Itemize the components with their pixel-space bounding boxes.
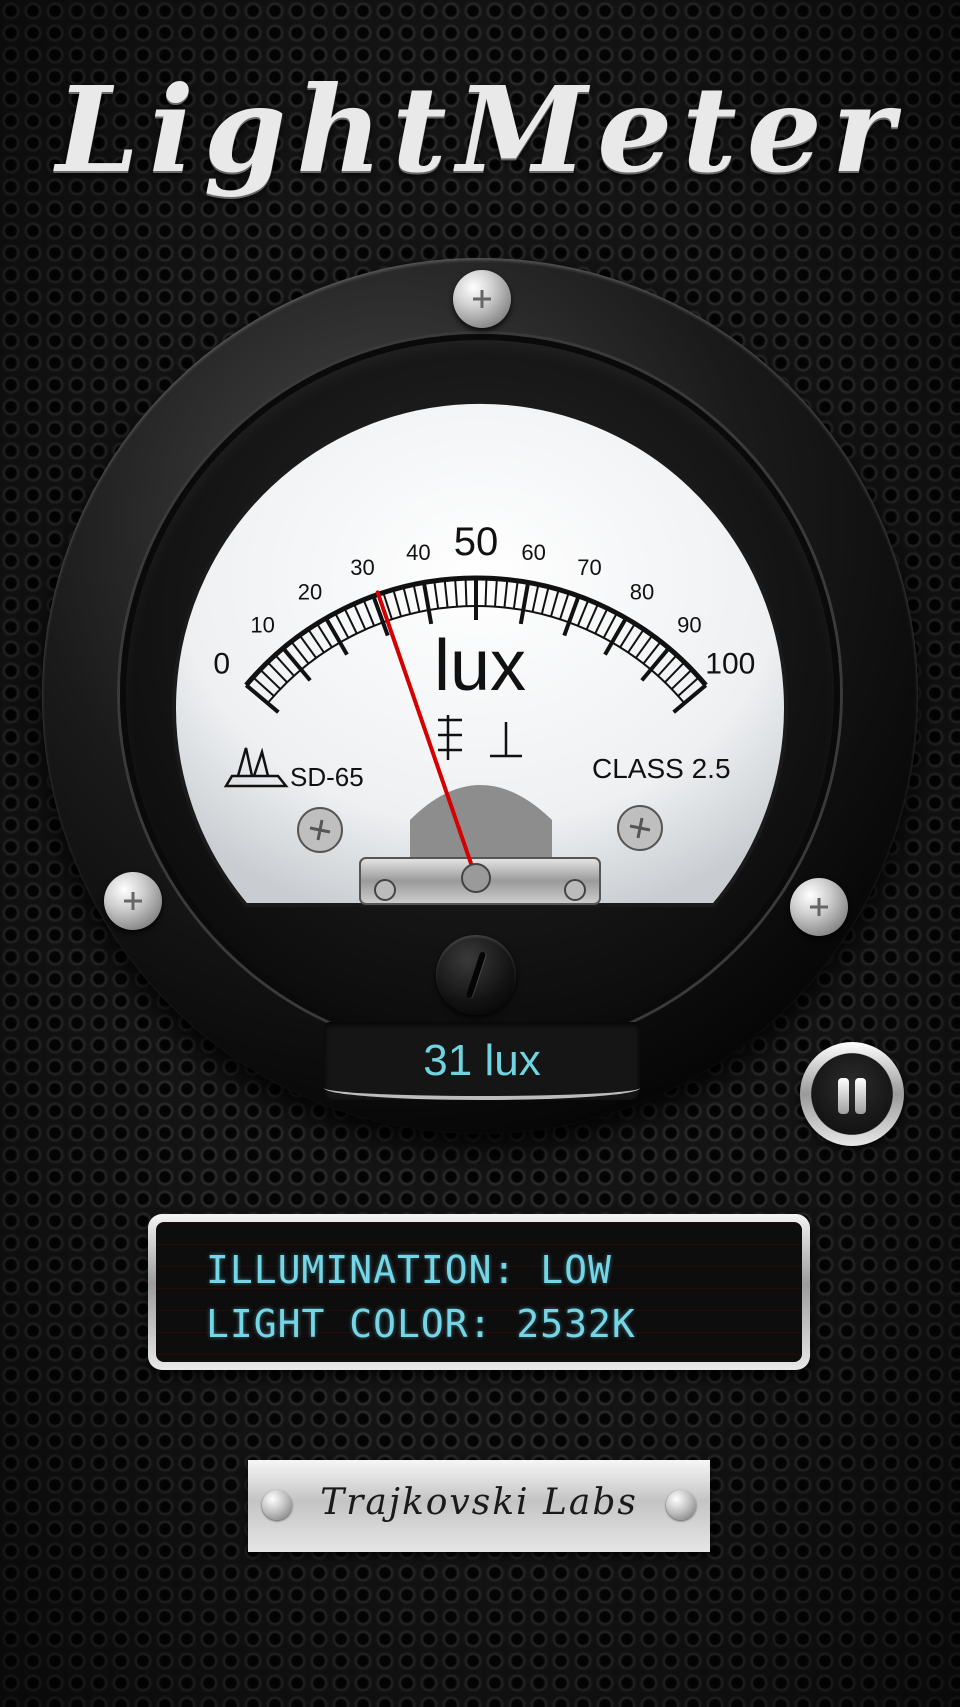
scale-label-60: 60 <box>521 540 545 565</box>
pause-icon-bar-right <box>855 1078 866 1114</box>
info-panel: ILLUMINATION: LOW LIGHT COLOR: 2532K <box>148 1214 810 1370</box>
illumination-status: ILLUMINATION: LOW <box>206 1248 612 1292</box>
brand-plate: Trajkovski Labs <box>248 1460 710 1552</box>
light-color-status: LIGHT COLOR: 2532K <box>206 1302 636 1346</box>
zero-adjust-knob[interactable] <box>436 935 516 1015</box>
scale-label-50: 50 <box>454 520 499 564</box>
scale-label-0: 0 <box>213 648 230 681</box>
scale-label-80: 80 <box>630 579 654 604</box>
model-label: SD-65 <box>290 762 364 792</box>
bezel-screw-right <box>790 878 848 936</box>
bracket-screw-right <box>564 879 586 901</box>
pause-icon <box>812 1054 892 1134</box>
plate-screw-right <box>666 1490 696 1520</box>
bezel-screw-top <box>453 270 511 328</box>
pause-button[interactable] <box>800 1042 904 1146</box>
scale-label-100: 100 <box>705 648 755 681</box>
bracket-screw-left <box>374 879 396 901</box>
lux-value: 31 lux <box>423 1036 541 1085</box>
scale-label-10: 10 <box>250 613 274 638</box>
gauge-face: 0 10 20 30 40 50 60 70 80 90100 lux SD-65 CLASS 2… <box>172 399 788 907</box>
minor-tick <box>464 578 468 607</box>
scale-label-70: 70 <box>577 555 601 580</box>
scale-label-30: 30 <box>350 555 374 580</box>
unit-label: lux <box>434 626 526 706</box>
info-panel-screen: ILLUMINATION: LOW LIGHT COLOR: 2532K <box>156 1222 802 1362</box>
lux-readout: 31 lux <box>324 1022 640 1100</box>
scale-label-20: 20 <box>298 579 322 604</box>
class-label: CLASS 2.5 <box>592 753 731 784</box>
pause-icon-bar-left <box>838 1078 849 1114</box>
scale-label-90: 90 <box>677 613 701 638</box>
brand-name: Trajkovski Labs <box>320 1482 638 1523</box>
scale-label-40: 40 <box>406 540 430 565</box>
face-screw-right <box>617 805 663 851</box>
bezel-screw-left <box>104 872 162 930</box>
minor-tick <box>484 578 488 607</box>
face-screw-left <box>297 807 343 853</box>
needle-pivot <box>461 863 491 893</box>
